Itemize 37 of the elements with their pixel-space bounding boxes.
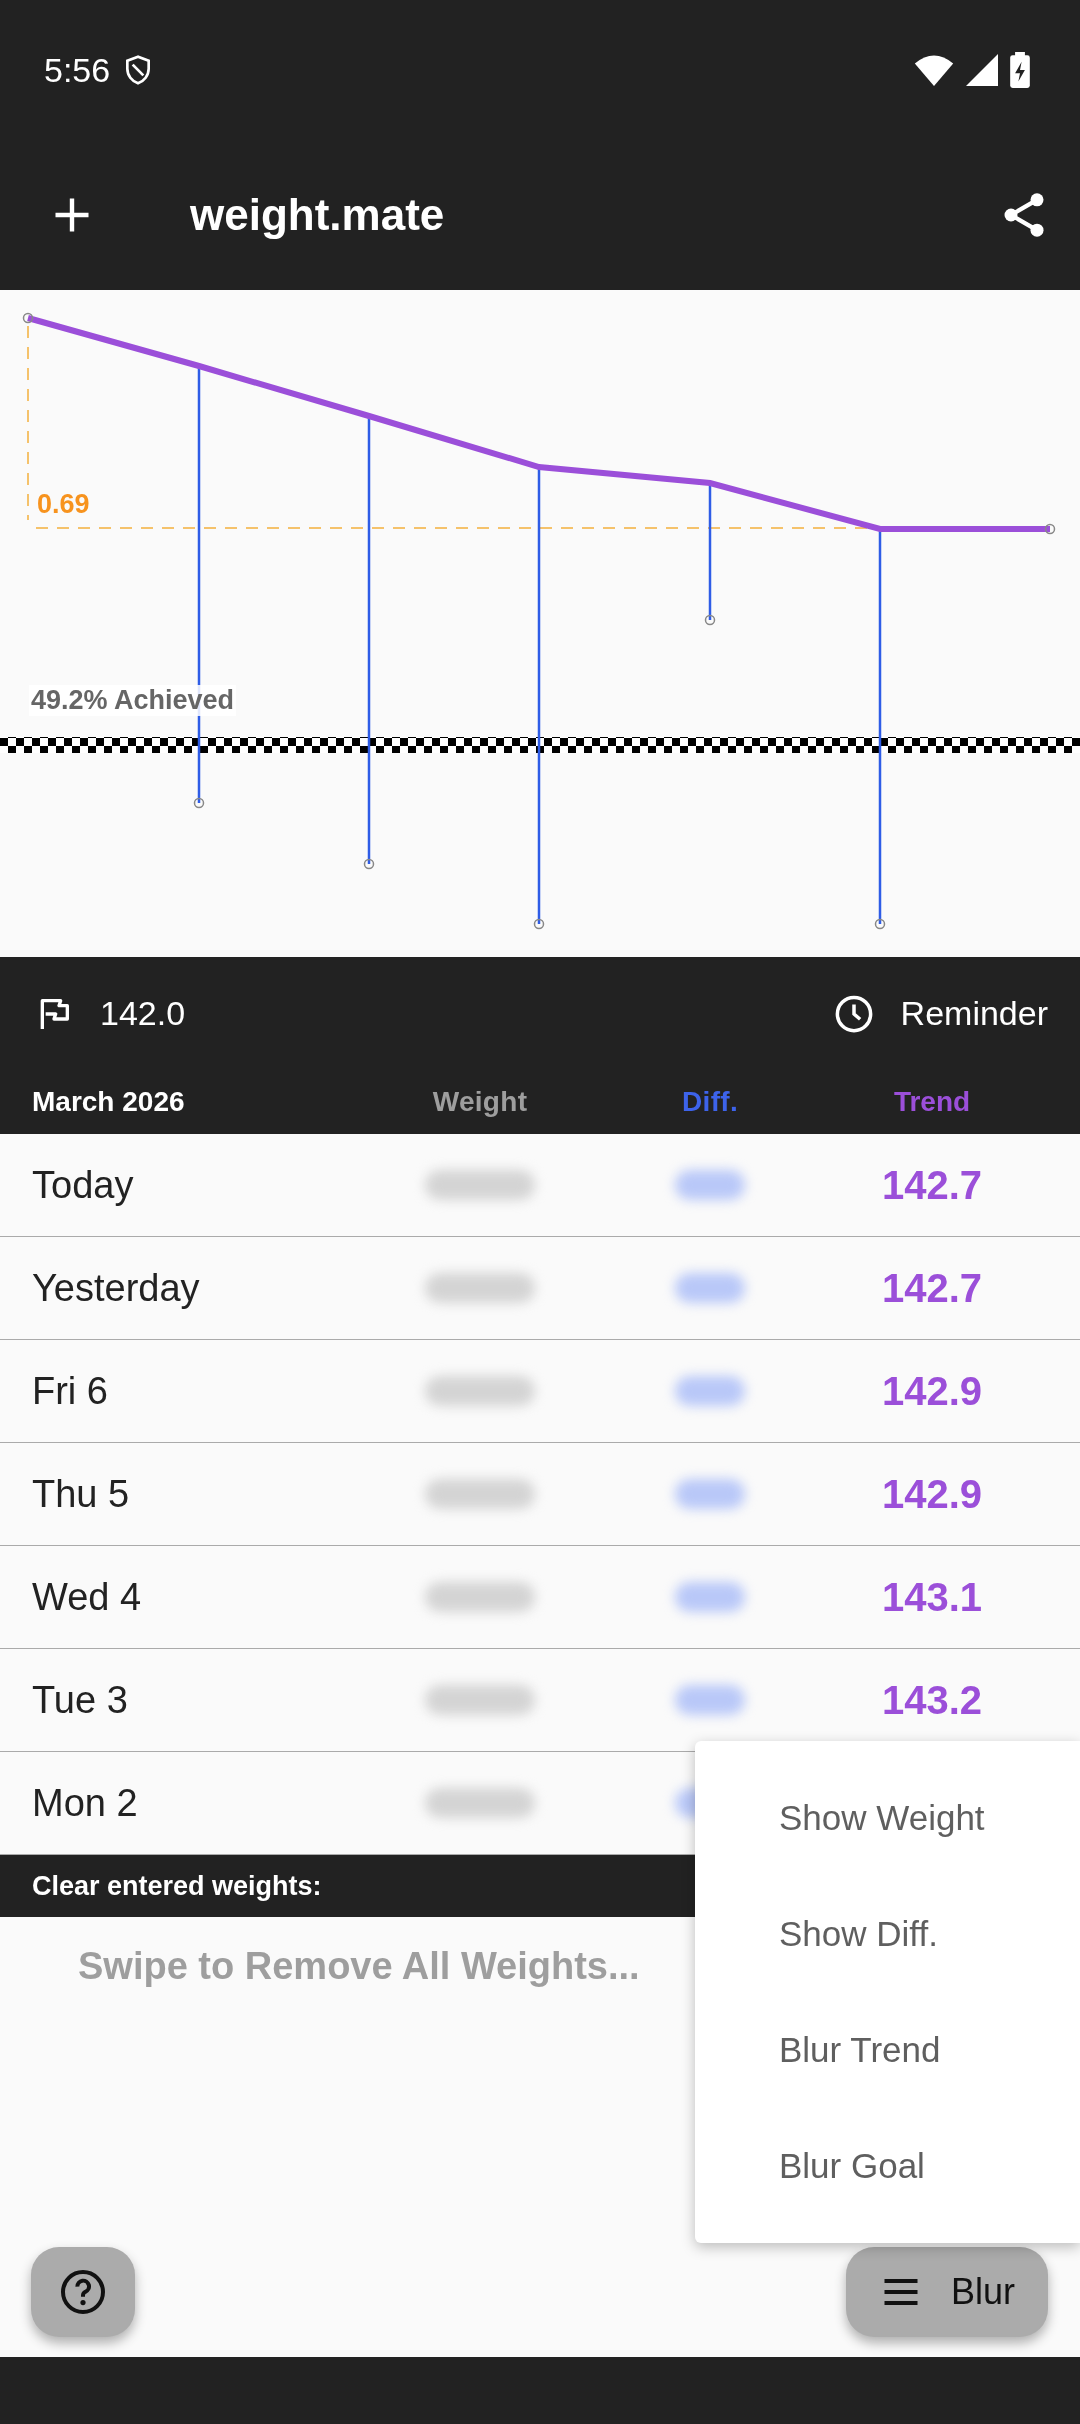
signal-icon <box>966 54 998 86</box>
battery-icon <box>1010 52 1030 88</box>
day-label: Wed 4 <box>31 1575 143 1619</box>
goal-value-label: 0.69 <box>37 489 90 520</box>
column-heading: Diff. <box>681 1086 739 1118</box>
column-heading: Trend <box>892 1086 972 1118</box>
wifi-icon <box>914 54 954 86</box>
day-label: Mon 2 <box>31 1781 139 1825</box>
day-label: Fri 6 <box>31 1369 109 1413</box>
day-label: Thu 5 <box>31 1472 131 1516</box>
progress-label: 49.2% Achieved <box>29 685 237 716</box>
blurred-value <box>675 1685 745 1715</box>
month-heading: March 2026 <box>31 1086 186 1118</box>
trend-value: 142.7 <box>880 1265 984 1311</box>
menu-item[interactable]: Blur Trend <box>695 1992 1080 2108</box>
reminder-button[interactable]: Reminder <box>832 992 1048 1035</box>
trend-value: 142.7 <box>880 1162 984 1208</box>
blurred-value <box>675 1273 745 1303</box>
blurred-value <box>675 1479 745 1509</box>
blurred-value <box>675 1170 745 1200</box>
goal-weight[interactable]: 142.0 <box>100 994 186 1033</box>
help-button[interactable] <box>31 2247 135 2337</box>
app-title: weight.mate <box>190 190 446 240</box>
blurred-value <box>675 1582 745 1612</box>
trend-value: 143.2 <box>880 1677 984 1723</box>
day-label: Tue 3 <box>31 1678 129 1722</box>
help-icon <box>59 2268 107 2316</box>
blur-button[interactable]: Blur <box>846 2247 1048 2337</box>
trend-value: 142.9 <box>880 1368 984 1414</box>
column-heading: Weight <box>431 1086 529 1118</box>
trend-value: 142.9 <box>880 1471 984 1517</box>
blurred-value <box>675 1376 745 1406</box>
menu-item[interactable]: Blur Goal <box>695 2108 1080 2224</box>
day-label: Today <box>31 1163 135 1207</box>
clock-time: 5:56 <box>44 50 111 90</box>
day-label: Yesterday <box>31 1266 201 1310</box>
trend-value: 143.1 <box>880 1574 984 1620</box>
